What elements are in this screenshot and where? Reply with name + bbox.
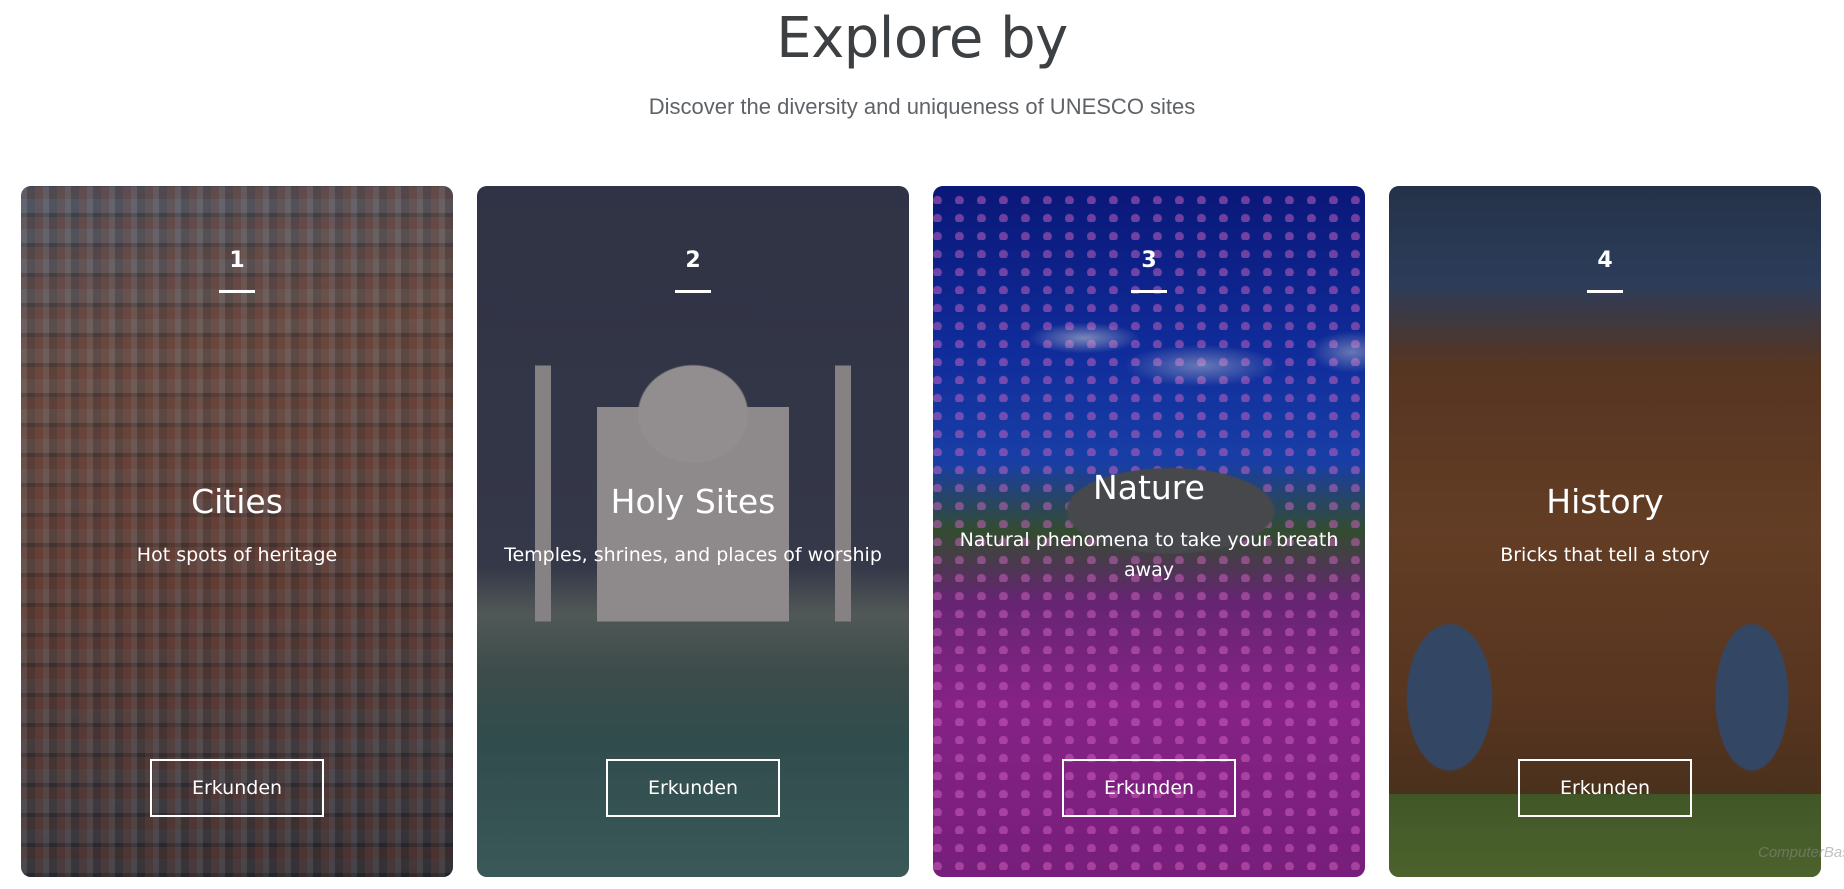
card-number: 4 [1597, 248, 1613, 273]
card-cities[interactable]: 1 Cities Hot spots of heritage Erkunden [21, 186, 453, 877]
category-cards: 1 Cities Hot spots of heritage Erkunden … [21, 186, 1823, 877]
explore-button-history[interactable]: Erkunden [1518, 759, 1692, 817]
card-number: 2 [685, 248, 701, 273]
number-underline [1131, 290, 1167, 293]
explore-button-cities[interactable]: Erkunden [150, 759, 324, 817]
card-title: Cities [191, 482, 283, 521]
number-underline [1587, 290, 1623, 293]
card-number: 1 [229, 248, 245, 273]
card-nature[interactable]: 3 Nature Natural phenomena to take your … [933, 186, 1365, 877]
watermark-logo: ComputerBase [1758, 844, 1844, 861]
explore-by-page: Explore by Discover the diversity and un… [0, 0, 1844, 889]
page-title: Explore by [776, 6, 1068, 71]
card-title: History [1546, 482, 1664, 521]
card-history[interactable]: 4 History Bricks that tell a story Erkun… [1389, 186, 1821, 877]
card-description: Natural phenomena to take your breath aw… [959, 529, 1339, 581]
card-holy-sites[interactable]: 2 Holy Sites Temples, shrines, and place… [477, 186, 909, 877]
page-subtitle: Discover the diversity and uniqueness of… [648, 94, 1196, 119]
card-description: Temples, shrines, and places of worship [504, 544, 882, 566]
card-title: Holy Sites [610, 482, 776, 521]
card-description: Bricks that tell a story [1500, 544, 1710, 566]
explore-button-nature[interactable]: Erkunden [1062, 759, 1236, 817]
card-title: Nature [1093, 468, 1205, 507]
number-underline [219, 290, 255, 293]
explore-button-holy-sites[interactable]: Erkunden [606, 759, 780, 817]
card-description: Hot spots of heritage [136, 544, 338, 566]
card-number: 3 [1141, 248, 1157, 273]
number-underline [675, 290, 711, 293]
